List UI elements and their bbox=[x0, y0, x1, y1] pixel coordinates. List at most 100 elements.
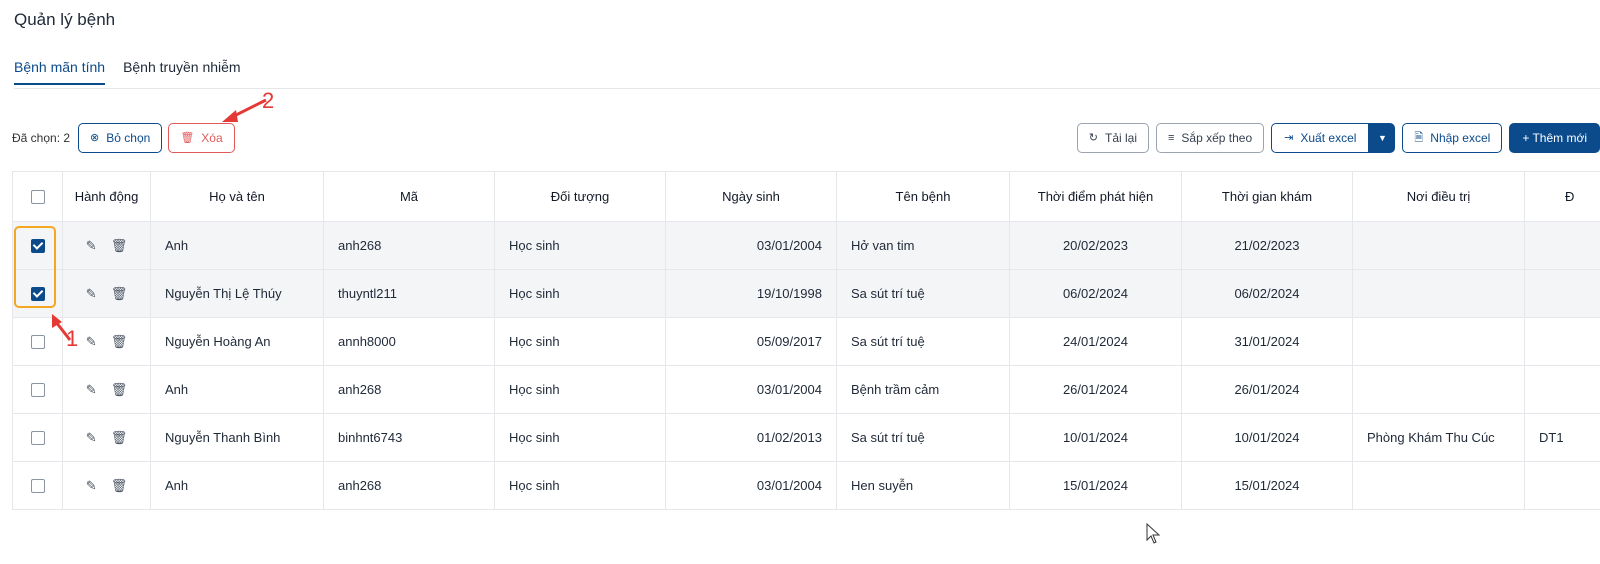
cell-dob: 03/01/2004 bbox=[665, 365, 837, 414]
cell-subject: Học sinh bbox=[494, 317, 666, 366]
trash-icon[interactable]: 🗑︎ bbox=[111, 382, 128, 398]
tab-chronic-disease[interactable]: Bệnh mãn tính bbox=[14, 56, 106, 85]
export-dropdown-toggle[interactable]: ▼ bbox=[1369, 123, 1396, 153]
header-exam-time[interactable]: Thời gian khám bbox=[1181, 171, 1353, 222]
cell-detected-time: 20/02/2023 bbox=[1009, 221, 1182, 270]
trash-icon[interactable]: 🗑︎ bbox=[111, 478, 128, 494]
cell-treatment-place bbox=[1352, 221, 1525, 270]
cell-code: thuyntl211 bbox=[323, 269, 495, 318]
add-new-button[interactable]: + Thêm mới bbox=[1509, 123, 1600, 153]
cell-treatment-place: Phòng Khám Thu Cúc bbox=[1352, 413, 1525, 462]
row-actions: ✎ 🗑︎ bbox=[62, 461, 151, 510]
pencil-icon[interactable]: ✎ bbox=[86, 382, 97, 398]
cell-code: anh268 bbox=[323, 221, 495, 270]
select-all-checkbox[interactable] bbox=[30, 190, 45, 205]
cell-exam-time: 15/01/2024 bbox=[1181, 461, 1353, 510]
cell-full-name: Nguyễn Thị Lệ Thúy bbox=[150, 269, 324, 318]
reload-label: Tải lại bbox=[1104, 131, 1137, 145]
export-label: Xuất excel bbox=[1300, 131, 1357, 145]
cell-disease: Bệnh trầm cảm bbox=[836, 365, 1010, 414]
cell-extra bbox=[1524, 269, 1600, 318]
cell-detected-time: 06/02/2024 bbox=[1009, 269, 1182, 318]
table-row[interactable]: ✎ 🗑︎ Anh anh268 Học sinh 03/01/2004 Hen suyễn 1… bbox=[12, 461, 1600, 510]
pencil-icon[interactable]: ✎ bbox=[86, 238, 97, 254]
selected-count: Đã chọn: 2 bbox=[12, 131, 71, 145]
cell-subject: Học sinh bbox=[494, 413, 666, 462]
cell-subject: Học sinh bbox=[494, 461, 666, 510]
cell-disease: Sa sút trí tuệ bbox=[836, 269, 1010, 318]
row-checkbox[interactable] bbox=[30, 335, 45, 350]
cell-subject: Học sinh bbox=[494, 221, 666, 270]
pencil-icon[interactable]: ✎ bbox=[86, 334, 97, 350]
tab-bar: Bệnh mãn tính Bệnh truyền nhiễm bbox=[14, 56, 1600, 89]
cell-extra bbox=[1524, 365, 1600, 414]
cell-dob: 19/10/1998 bbox=[665, 269, 837, 318]
cell-detected-time: 10/01/2024 bbox=[1009, 413, 1182, 462]
cell-extra bbox=[1524, 317, 1600, 366]
table-header-row: Hành động Họ và tên Mã Đối tượng Ngày si… bbox=[12, 171, 1600, 222]
trash-icon[interactable]: 🗑︎ bbox=[111, 334, 128, 350]
table-row[interactable]: ✎ 🗑︎ Nguyễn Thị Lệ Thúy thuyntl211 Học sinh 1… bbox=[12, 269, 1600, 318]
cell-detected-time: 15/01/2024 bbox=[1009, 461, 1182, 510]
cell-subject: Học sinh bbox=[494, 365, 666, 414]
header-code[interactable]: Mã bbox=[323, 171, 495, 222]
cell-full-name: Anh bbox=[150, 365, 324, 414]
trash-icon: 🗑︎ bbox=[180, 131, 195, 144]
sort-button[interactable]: ≡ Sắp xếp theo bbox=[1156, 123, 1265, 153]
cell-code: binhnt6743 bbox=[323, 413, 495, 462]
header-treatment-place[interactable]: Nơi điều trị bbox=[1352, 171, 1525, 222]
row-checkbox[interactable] bbox=[30, 383, 45, 398]
cell-full-name: Anh bbox=[150, 461, 324, 510]
row-checkbox[interactable] bbox=[30, 479, 45, 494]
cell-detected-time: 24/01/2024 bbox=[1009, 317, 1182, 366]
annotation-arrow-2 bbox=[222, 98, 267, 122]
refresh-icon: ↻ bbox=[1088, 131, 1098, 144]
cell-code: annh8000 bbox=[323, 317, 495, 366]
deselect-label: Bỏ chọn bbox=[106, 131, 151, 145]
cell-treatment-place bbox=[1352, 317, 1525, 366]
cell-full-name: Anh bbox=[150, 221, 324, 270]
table-row[interactable]: ✎ 🗑︎ Anh anh268 Học sinh 03/01/2004 Hở van tim… bbox=[12, 221, 1600, 270]
cell-code: anh268 bbox=[323, 461, 495, 510]
cell-full-name: Nguyễn Hoàng An bbox=[150, 317, 324, 366]
disease-table-wrapper: Hành động Họ và tên Mã Đối tượng Ngày si… bbox=[12, 171, 1600, 511]
pencil-icon[interactable]: ✎ bbox=[86, 430, 97, 446]
header-detected-time[interactable]: Thời điểm phát hiện bbox=[1009, 171, 1182, 222]
cell-exam-time: 31/01/2024 bbox=[1181, 317, 1353, 366]
pencil-icon[interactable]: ✎ bbox=[86, 478, 97, 494]
tab-infectious-disease[interactable]: Bệnh truyền nhiễm bbox=[123, 56, 241, 85]
cell-subject: Học sinh bbox=[494, 269, 666, 318]
header-disease[interactable]: Tên bệnh bbox=[836, 171, 1010, 222]
header-extra[interactable]: Đ bbox=[1524, 171, 1600, 222]
row-checkbox[interactable] bbox=[30, 431, 45, 446]
close-circle-icon: ⊗ bbox=[90, 131, 100, 144]
cell-exam-time: 26/01/2024 bbox=[1181, 365, 1353, 414]
cell-exam-time: 06/02/2024 bbox=[1181, 269, 1353, 318]
import-excel-button[interactable]: 🗎 Nhập excel bbox=[1402, 123, 1503, 153]
row-actions: ✎ 🗑︎ bbox=[62, 221, 151, 270]
header-subject[interactable]: Đối tượng bbox=[494, 171, 666, 222]
cell-dob: 03/01/2004 bbox=[665, 221, 837, 270]
pencil-icon[interactable]: ✎ bbox=[86, 286, 97, 302]
trash-icon[interactable]: 🗑︎ bbox=[111, 286, 128, 302]
cell-dob: 05/09/2017 bbox=[665, 317, 837, 366]
deselect-button[interactable]: ⊗ Bỏ chọn bbox=[78, 123, 163, 153]
trash-icon[interactable]: 🗑︎ bbox=[111, 430, 128, 446]
table-row[interactable]: ✎ 🗑︎ Nguyễn Thanh Bình binhnt6743 Học sinh 01… bbox=[12, 413, 1600, 462]
select-all-cell bbox=[12, 171, 63, 222]
export-excel-button[interactable]: ⇥ Xuất excel bbox=[1271, 123, 1370, 153]
annotation-label-1: 1 bbox=[66, 326, 79, 351]
header-full-name[interactable]: Họ và tên bbox=[150, 171, 324, 222]
cell-disease: Sa sút trí tuệ bbox=[836, 317, 1010, 366]
cell-exam-time: 10/01/2024 bbox=[1181, 413, 1353, 462]
reload-button[interactable]: ↻ Tải lại bbox=[1076, 123, 1149, 153]
header-dob[interactable]: Ngày sinh bbox=[665, 171, 837, 222]
cell-extra bbox=[1524, 461, 1600, 510]
trash-icon[interactable]: 🗑︎ bbox=[111, 238, 128, 254]
table-row[interactable]: ✎ 🗑︎ Anh anh268 Học sinh 03/01/2004 Bệnh trầm … bbox=[12, 365, 1600, 414]
cell-code: anh268 bbox=[323, 365, 495, 414]
highlight-selected-checkboxes bbox=[14, 226, 56, 308]
row-actions: ✎ 🗑︎ bbox=[62, 413, 151, 462]
table-row[interactable]: ✎ 🗑︎ Nguyễn Hoàng An annh8000 Học sinh 05/09/… bbox=[12, 317, 1600, 366]
cell-exam-time: 21/02/2023 bbox=[1181, 221, 1353, 270]
